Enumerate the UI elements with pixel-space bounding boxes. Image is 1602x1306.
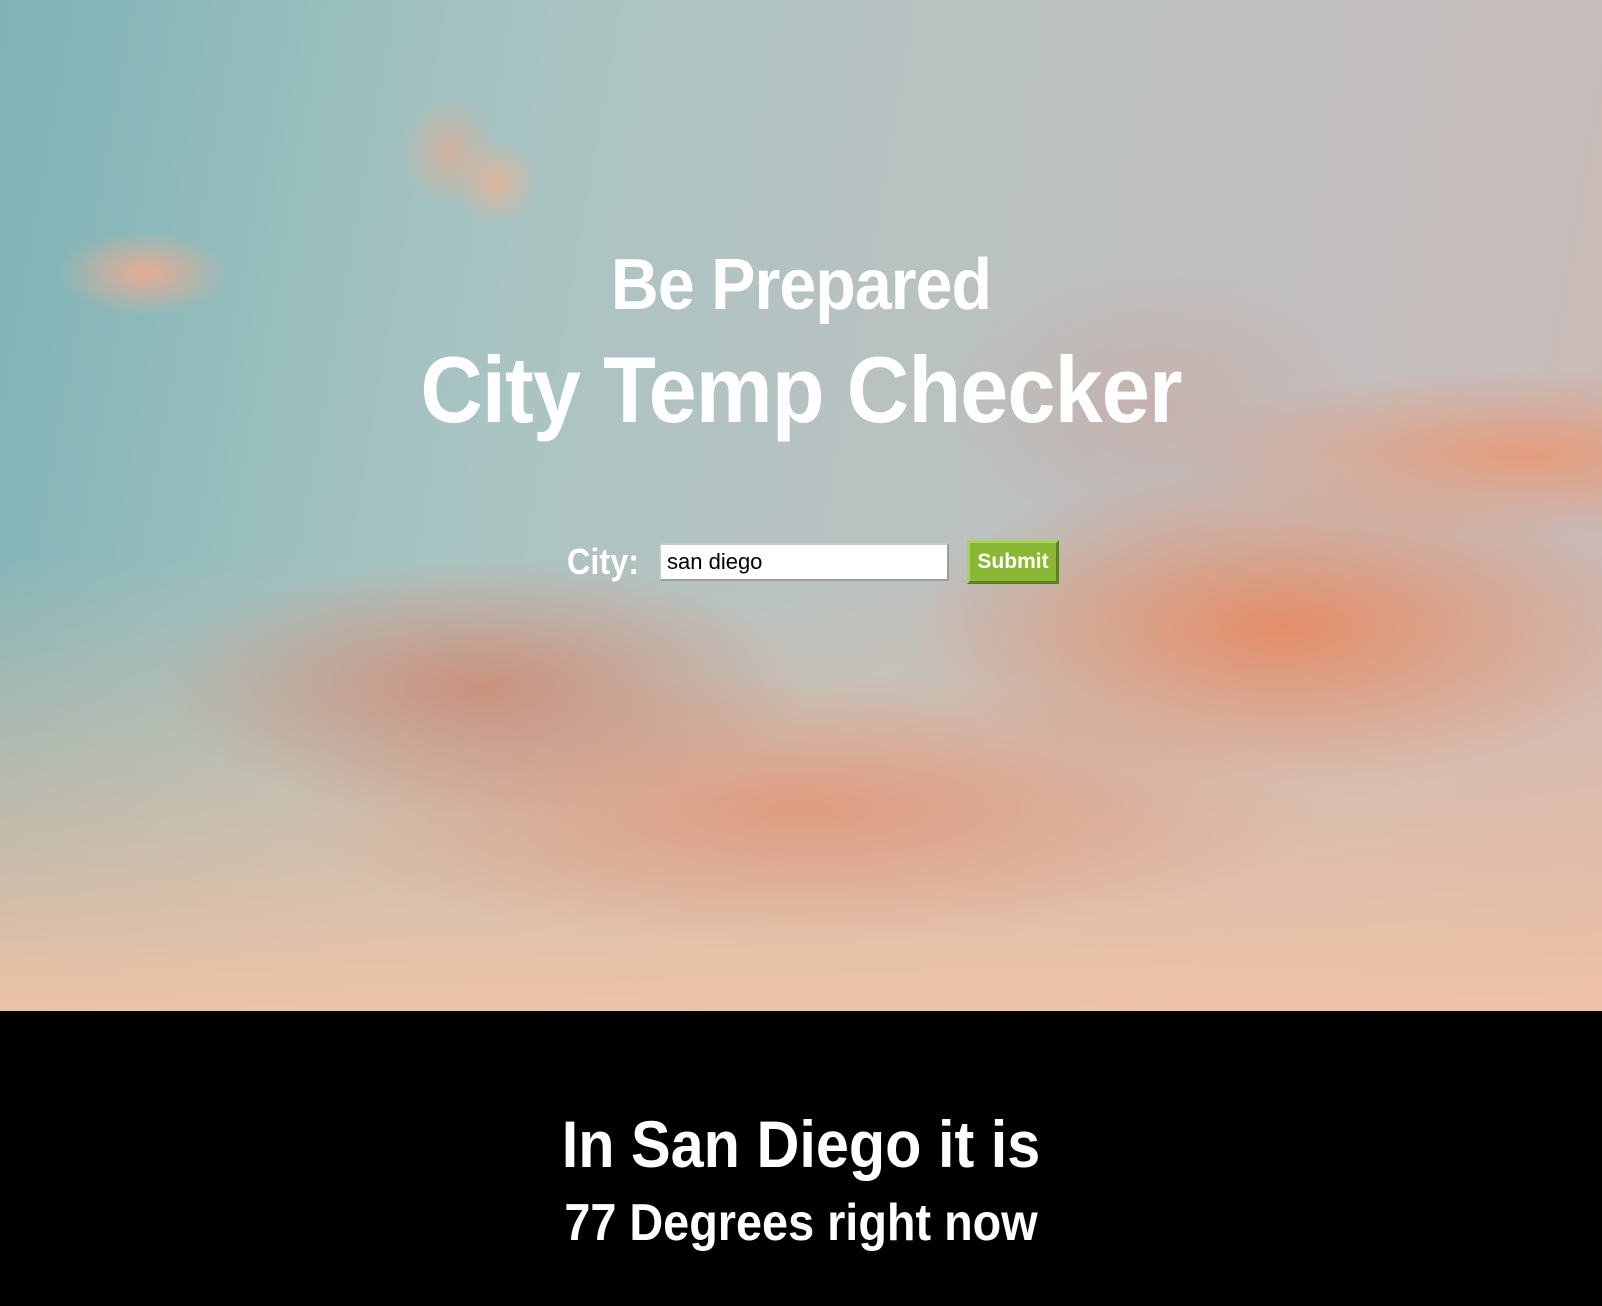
hero-sky-background: Be Prepared City Temp Checker City: Subm… (0, 0, 1602, 1011)
result-temperature: 77 Degrees right now (564, 1194, 1038, 1252)
city-input[interactable] (659, 543, 949, 581)
page-title: City Temp Checker (420, 337, 1182, 442)
result-heading: In San Diego it is (561, 1107, 1041, 1181)
result-panel: In San Diego it is 77 Degrees right now (0, 1011, 1602, 1306)
submit-button[interactable]: Submit (967, 540, 1059, 584)
page-kicker: Be Prepared (610, 245, 992, 325)
city-search-form: City: Submit (567, 537, 1059, 587)
city-label: City: (567, 541, 639, 582)
